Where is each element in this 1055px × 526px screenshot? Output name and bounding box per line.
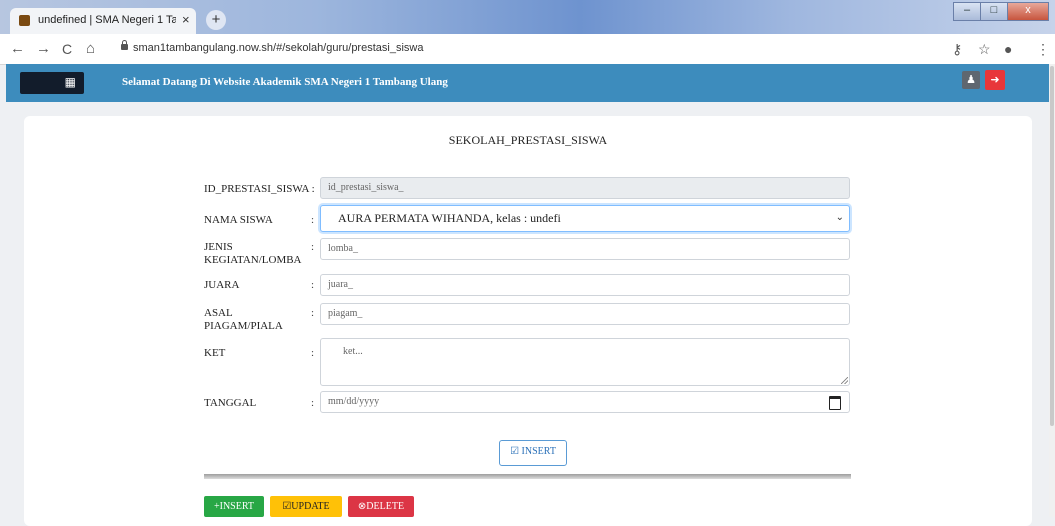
page-title: SEKOLAH_PRESTASI_SISWA	[448, 133, 608, 147]
favicon-icon	[19, 15, 30, 26]
update-action-button[interactable]: ☑UPDATE	[270, 496, 342, 517]
window-controls: – □ x	[953, 2, 1049, 21]
menu-toggle-button[interactable]: ▦	[20, 72, 84, 94]
browser-titlebar: undefined | SMA Negeri 1 Tamba × + – □ x	[0, 0, 1055, 34]
grid-icon: ▦	[64, 75, 76, 89]
page-scrollbar[interactable]	[1049, 64, 1055, 517]
tanggal-placeholder: mm/dd/yyyy	[328, 396, 380, 407]
browser-menu-icon[interactable]: ⋮	[1036, 41, 1050, 58]
jenis-kegiatan-label: JENIS KEGIATAN/LOMBA	[204, 241, 302, 266]
insert-action-button[interactable]: +INSERT	[204, 496, 264, 517]
close-window-button[interactable]: x	[1007, 2, 1049, 21]
back-icon[interactable]: ←	[10, 40, 25, 57]
nama-siswa-label: NAMA SISWA	[204, 214, 273, 226]
welcome-text: Selamat Datang Di Website Akademik SMA N…	[122, 76, 448, 88]
logout-button[interactable]: ➜	[985, 70, 1005, 90]
browser-tab[interactable]: undefined | SMA Negeri 1 Tamba ×	[10, 8, 196, 34]
colon: :	[311, 347, 315, 359]
colon: :	[311, 307, 315, 319]
browser-toolbar: ← → C ⌂ sman1tambangulang.now.sh/#/sekol…	[0, 34, 1055, 65]
colon: :	[311, 279, 315, 291]
minimize-button[interactable]: –	[953, 2, 981, 21]
delete-action-button[interactable]: ⊗DELETE	[348, 496, 414, 517]
ket-textarea[interactable]: ket...	[320, 338, 850, 386]
tab-close-icon[interactable]: ×	[182, 12, 190, 27]
user-profile-button[interactable]: ♟	[962, 71, 980, 89]
juara-input[interactable]: juara_	[320, 274, 850, 296]
profile-icon[interactable]: ●	[1004, 41, 1012, 57]
colon: :	[311, 397, 315, 409]
app-header: ▦ Selamat Datang Di Website Akademik SMA…	[6, 64, 1049, 102]
calendar-icon[interactable]	[829, 396, 841, 410]
ket-placeholder: ket...	[343, 346, 363, 357]
asal-piagam-label: ASAL PIAGAM/PIALA	[204, 307, 283, 332]
form-card: SEKOLAH_PRESTASI_SISWA ID_PRESTASI_SISWA…	[24, 116, 1032, 526]
nama-siswa-select[interactable]: AURA PERMATA WIHANDA, kelas : undefi ⌄	[320, 205, 850, 232]
jenis-kegiatan-input[interactable]: lomba_	[320, 238, 850, 260]
forward-icon[interactable]: →	[36, 40, 51, 57]
chevron-down-icon: ⌄	[835, 212, 844, 223]
ket-label: KET	[204, 347, 226, 359]
maximize-button[interactable]: □	[980, 2, 1008, 21]
key-icon[interactable]: ⚷	[952, 41, 962, 58]
section-divider	[204, 474, 851, 479]
tab-title: undefined | SMA Negeri 1 Tamba	[38, 14, 176, 26]
tanggal-label: TANGGAL	[204, 397, 257, 409]
home-icon[interactable]: ⌂	[86, 40, 95, 57]
new-tab-button[interactable]: +	[206, 10, 226, 30]
resize-handle-icon[interactable]	[841, 377, 848, 384]
scrollbar-thumb[interactable]	[1050, 66, 1054, 426]
colon: :	[311, 241, 315, 253]
insert-submit-button[interactable]: ☑ INSERT	[499, 440, 567, 466]
address-bar[interactable]: sman1tambangulang.now.sh/#/sekolah/guru/…	[133, 42, 423, 54]
lock-icon	[121, 40, 128, 50]
tanggal-date-input[interactable]: mm/dd/yyyy	[320, 391, 850, 413]
id-prestasi-input[interactable]: id_prestasi_siswa_	[320, 177, 850, 199]
colon: :	[311, 214, 315, 226]
nama-siswa-selected-value: AURA PERMATA WIHANDA, kelas : undefi	[338, 211, 561, 225]
reload-icon[interactable]: C	[62, 41, 72, 57]
asal-piagam-input[interactable]: piagam_	[320, 303, 850, 325]
juara-label: JUARA	[204, 279, 240, 291]
star-icon[interactable]: ☆	[978, 41, 991, 58]
